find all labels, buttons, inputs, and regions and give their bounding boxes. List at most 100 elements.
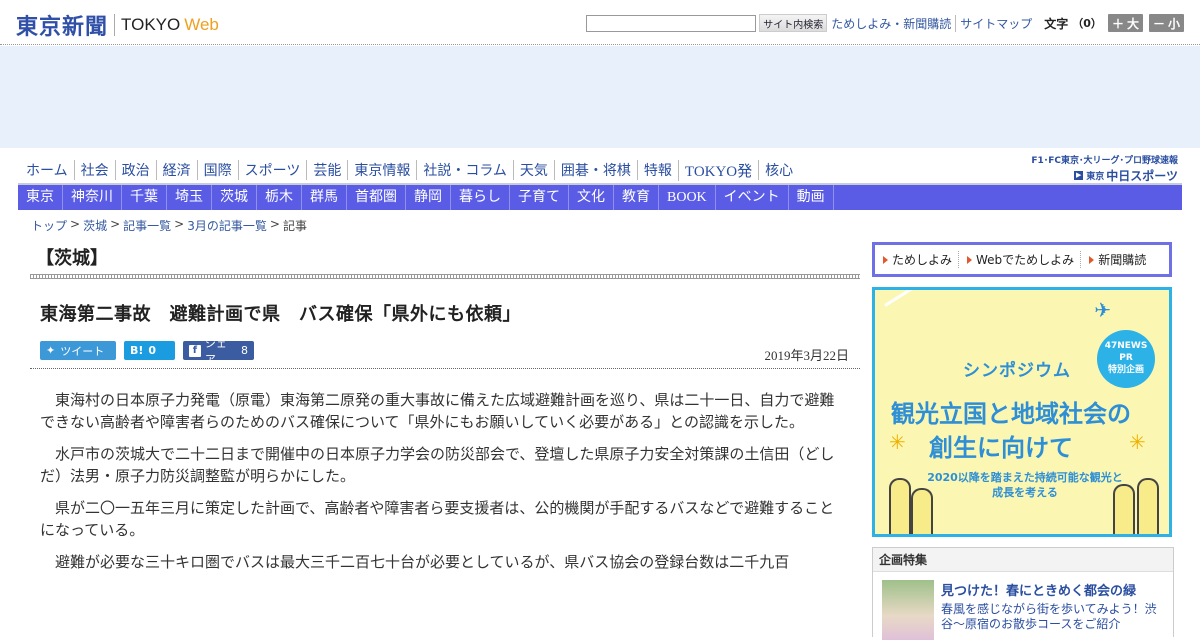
breadcrumb-separator: >: [269, 217, 280, 231]
logo-tokyo-shimbun[interactable]: 東京新聞: [16, 9, 108, 41]
section-divider: [30, 274, 860, 279]
article-paragraph: 県が二〇一五年三月に策定した計画で、高齢者や障害者ら要支援者は、公的機関が手配す…: [40, 499, 835, 539]
nav-education[interactable]: 教育: [614, 185, 659, 210]
nav-region-tochigi[interactable]: 栃木: [257, 185, 302, 210]
trial-subscribe-link[interactable]: ためしよみ・新聞購読: [827, 15, 955, 32]
nav-parenting[interactable]: 子育て: [510, 185, 569, 210]
triangle-right-icon: [883, 255, 888, 264]
chunichi-sub: 東京: [1086, 172, 1105, 182]
symposium-ad-banner[interactable]: ✈ 47NEWS PR 特別企画 シンポジウム 観光立国と地域社会の ✳ 創生に…: [872, 287, 1172, 537]
nav-region-shutoken[interactable]: 首都圏: [347, 185, 406, 210]
feature-title[interactable]: 見つけた！春にときめく都会の緑: [941, 580, 1136, 599]
web-trial-read-label: Webでためしよみ: [976, 253, 1075, 267]
triangle-right-icon: [967, 255, 973, 264]
nav-region-ibaraki[interactable]: 茨城: [212, 185, 257, 210]
nav-international[interactable]: 国際: [196, 160, 238, 180]
house-roof-graphic: [884, 290, 1014, 307]
nav-home[interactable]: ホーム: [20, 160, 74, 180]
primary-nav: ホーム 社会 政治 経済 国際 スポーツ 芸能 東京情報 社説・コラム 天気 囲…: [20, 158, 799, 182]
nav-region-shizuoka[interactable]: 静岡: [406, 185, 451, 210]
chunichi-tagline: F1･FC東京･大リーグ･プロ野球速報: [1031, 156, 1178, 166]
nav-region-chiba[interactable]: 千葉: [122, 185, 167, 210]
person-illustration: [889, 478, 911, 534]
breadcrumb-separator: >: [174, 217, 185, 231]
article-paragraph: 水戸市の茨城大で二十二日まで開催中の日本原子力学会の防災部会で、登壇した県原子力…: [40, 445, 835, 485]
site-header: 東京新聞 TOKYO Web サイト内検索 ためしよみ・新聞購読 サイトマップ …: [0, 0, 1200, 45]
font-larger-button[interactable]: ＋大: [1107, 14, 1143, 32]
logo-web[interactable]: Web: [184, 15, 219, 35]
nav-culture[interactable]: 文化: [569, 185, 614, 210]
breadcrumb-top[interactable]: トップ: [31, 217, 67, 234]
breadcrumb-ibaraki[interactable]: 茨城: [83, 217, 107, 234]
subscribe-link[interactable]: 新聞購読: [1081, 251, 1152, 268]
subscription-box: ためしよみ Webでためしよみ 新聞購読: [872, 242, 1172, 277]
nav-sports[interactable]: スポーツ: [237, 160, 307, 180]
chunichi-sports-link[interactable]: F1･FC東京･大リーグ･プロ野球速報 ▶ 東京 中日スポーツ: [1031, 153, 1178, 184]
font-size-label: 文字: [1044, 16, 1069, 31]
article-headline: 東海第二事故 避難計画で県 バス確保「県外にも依頼」: [40, 304, 521, 325]
web-trial-read-link[interactable]: Webでためしよみ: [959, 251, 1082, 268]
badge-line: PR: [1119, 353, 1133, 363]
person-illustration: [1113, 484, 1135, 534]
nav-tokyo-hatsu[interactable]: TOKYO発: [677, 159, 758, 181]
logo-divider: [114, 14, 116, 36]
font-smaller-button[interactable]: －小: [1148, 14, 1184, 32]
nav-video[interactable]: 動画: [789, 185, 834, 210]
section-title: 【茨城】: [36, 248, 108, 269]
minus-icon: －: [1152, 16, 1165, 31]
triangle-right-icon: [1089, 255, 1095, 264]
sparkle-icon: ✳: [1129, 430, 1146, 454]
nav-book[interactable]: BOOK: [659, 185, 716, 210]
font-size-value: （0）: [1072, 17, 1102, 30]
badge-line: 特別企画: [1107, 365, 1144, 375]
nav-economy[interactable]: 経済: [155, 160, 197, 180]
nav-tokuho[interactable]: 特報: [636, 160, 678, 180]
feature-thumbnail[interactable]: [882, 580, 934, 640]
nav-region-tokyo[interactable]: 東京: [18, 185, 63, 210]
person-illustration: [1137, 478, 1159, 534]
nav-region-gunma[interactable]: 群馬: [302, 185, 347, 210]
font-smaller-label: 小: [1167, 16, 1180, 31]
hatena-bookmark-button[interactable]: B! 0: [124, 341, 175, 360]
banner-title-line2: 創生に向けて: [929, 434, 1073, 462]
subscribe-label: 新聞購読: [1098, 253, 1147, 267]
nav-politics[interactable]: 政治: [114, 160, 156, 180]
twitter-icon: ✦: [46, 344, 56, 357]
nav-entertainment[interactable]: 芸能: [306, 160, 347, 180]
trial-read-link[interactable]: ためしよみ: [875, 251, 960, 268]
article-body: 東海村の日本原子力発電（原電）東海第二原発の重大事故に備えた広域避難計画を巡り、…: [40, 389, 844, 583]
person-illustration: [911, 488, 933, 534]
feature-heading: 企画特集: [873, 548, 1173, 572]
nav-tokyo-info[interactable]: 東京情報: [347, 160, 416, 180]
nav-society[interactable]: 社会: [73, 160, 115, 180]
site-search-input[interactable]: [586, 14, 757, 32]
site-search-button[interactable]: サイト内検索: [759, 14, 828, 32]
feature-item[interactable]: 見つけた！春にときめく都会の緑 春風を感じながら街を歩いてみよう！渋谷～原宿のお…: [873, 572, 1173, 640]
sitemap-link[interactable]: サイトマップ: [955, 14, 1036, 32]
facebook-share-button[interactable]: f シェア 8: [183, 337, 254, 366]
nav-kakushin[interactable]: 核心: [758, 160, 799, 180]
logo-tokyo[interactable]: TOKYO: [121, 15, 180, 35]
symposium-label: シンポジウム: [963, 361, 1071, 381]
sparkle-icon: ✳: [889, 430, 906, 454]
nav-region-kanagawa[interactable]: 神奈川: [63, 185, 122, 210]
article-paragraph: 避難が必要な三十キロ圏でバスは最大三千二百七十台が必要としているが、県バス協会の…: [55, 553, 790, 571]
twitter-share-button[interactable]: ✦ ツイート: [40, 341, 116, 360]
breadcrumb-current: 記事: [282, 219, 307, 233]
feature-description[interactable]: 春風を感じながら街を歩いてみよう！渋谷～原宿のお散歩コースをご紹介: [941, 602, 1161, 632]
site-logo[interactable]: 東京新聞 TOKYO Web: [16, 9, 219, 41]
nav-weather[interactable]: 天気: [512, 160, 554, 180]
breadcrumb-month-list[interactable]: 3月の記事一覧: [187, 217, 267, 234]
article-divider: [30, 368, 860, 369]
breadcrumb-article-list[interactable]: 記事一覧: [123, 217, 171, 234]
twitter-share-label: ツイート: [60, 344, 105, 358]
nav-region-saitama[interactable]: 埼玉: [167, 185, 212, 210]
nav-events[interactable]: イベント: [716, 185, 789, 210]
nav-go-shogi[interactable]: 囲碁・将棋: [553, 160, 637, 180]
facebook-count: 8: [241, 344, 248, 357]
nav-editorial-column[interactable]: 社説・コラム: [416, 160, 513, 180]
nav-living[interactable]: 暮らし: [451, 185, 510, 210]
chunichi-name: 中日スポーツ: [1106, 169, 1178, 183]
badge-line: 47NEWS: [1104, 341, 1148, 351]
ad-banner-area: [0, 46, 1200, 148]
